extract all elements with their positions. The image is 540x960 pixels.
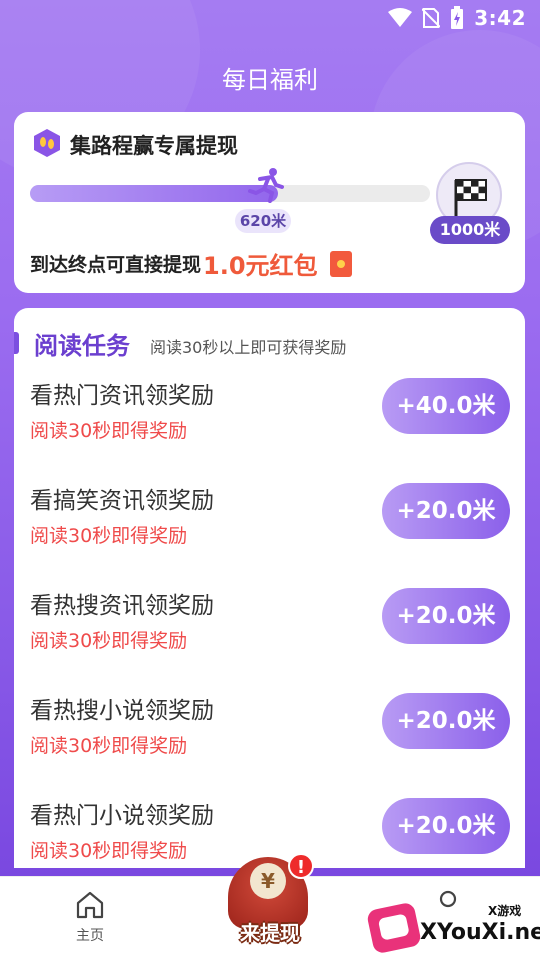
task-item: 看热搜资讯领奖励 阅读30秒即得奖励 +20.0米 <box>30 586 510 676</box>
watermark-domain-text: XYouXi.net <box>420 920 540 945</box>
site-watermark: X游戏 XYouXi.net <box>365 898 540 960</box>
task-hint: 阅读30秒即得奖励 <box>30 525 188 547</box>
red-packet-icon <box>329 250 352 277</box>
gamepad-logo-icon <box>365 901 423 955</box>
wifi-icon <box>388 8 413 27</box>
task-hint: 阅读30秒即得奖励 <box>30 420 188 442</box>
watermark-small-text: X游戏 <box>488 904 522 918</box>
goal-distance-label: 1000米 <box>430 216 510 244</box>
reward-prefix: 到达终点可直接提现 <box>30 254 202 276</box>
task-item: 看搞笑资讯领奖励 阅读30秒即得奖励 +20.0米 <box>30 481 510 571</box>
task-reward-button[interactable]: +20.0米 <box>382 588 510 644</box>
task-item: 看热搜小说领奖励 阅读30秒即得奖励 +20.0米 <box>30 691 510 781</box>
status-time: 3:42 <box>474 6 526 30</box>
task-name: 看搞笑资讯领奖励 <box>30 488 214 514</box>
task-item: 看热门资讯领奖励 阅读30秒即得奖励 +40.0米 <box>30 376 510 466</box>
status-bar: 3:42 <box>0 0 540 36</box>
current-distance-label: 620米 <box>235 209 291 233</box>
reward-amount: 1.0元红包 <box>203 252 318 280</box>
reward-line: 到达终点可直接提现 1.0元红包 <box>30 246 352 281</box>
alert-badge: ! <box>288 853 314 879</box>
reading-task-card: 阅读任务 阅读30秒以上即可获得奖励 看热门资讯领奖励 阅读30秒即得奖励 +4… <box>14 308 525 868</box>
nav-withdraw-label: 来提现 <box>240 921 300 945</box>
task-name: 看热门小说领奖励 <box>30 803 214 829</box>
battery-charging-icon <box>451 6 464 29</box>
task-name: 看热搜资讯领奖励 <box>30 593 214 619</box>
task-reward-button[interactable]: +20.0米 <box>382 798 510 854</box>
nav-withdraw[interactable]: ¥ ! 来提现 <box>222 853 318 957</box>
distance-progress-bar <box>30 185 430 202</box>
coin-symbol: ¥ <box>250 863 286 899</box>
withdraw-card-title: 集路程赢专属提现 <box>70 134 238 158</box>
nav-home[interactable]: 主页 <box>60 889 120 945</box>
page-title: 每日福利 <box>222 66 318 94</box>
task-hint: 阅读30秒即得奖励 <box>30 840 188 862</box>
nav-home-label: 主页 <box>76 928 104 944</box>
task-hint: 阅读30秒即得奖励 <box>30 630 188 652</box>
section-title: 阅读任务 <box>34 332 130 360</box>
withdraw-card: 集路程赢专属提现 620米 1000米 到达终点可直接提现 1.0元红包 <box>14 112 525 293</box>
task-reward-button[interactable]: +20.0米 <box>382 693 510 749</box>
runner-icon <box>248 168 284 203</box>
distance-progress-fill <box>30 185 278 202</box>
no-sim-icon <box>422 8 441 28</box>
task-reward-button[interactable]: +40.0米 <box>382 378 510 434</box>
task-reward-button[interactable]: +20.0米 <box>382 483 510 539</box>
checkered-flag-icon <box>454 179 487 216</box>
section-accent-bar <box>14 332 19 354</box>
section-subtitle: 阅读30秒以上即可获得奖励 <box>150 338 347 357</box>
task-name: 看热门资讯领奖励 <box>30 383 214 409</box>
task-name: 看热搜小说领奖励 <box>30 698 214 724</box>
home-icon <box>76 891 104 919</box>
task-hint: 阅读30秒即得奖励 <box>30 735 188 757</box>
footprint-badge-icon <box>34 129 60 157</box>
